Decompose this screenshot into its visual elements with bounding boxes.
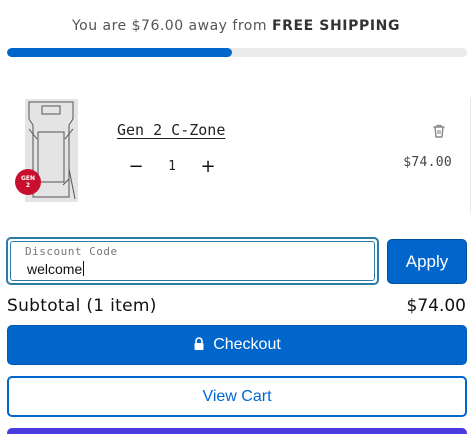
express-checkout-button[interactable] (7, 428, 467, 434)
lock-icon (193, 327, 205, 350)
shipping-progress-fill (7, 48, 233, 57)
free-shipping-highlight: FREE SHIPPING (271, 18, 401, 34)
quantity-increase-button[interactable]: + (196, 155, 220, 179)
view-cart-button[interactable]: View Cart (7, 376, 467, 417)
gen-badge: GEN 2 (15, 169, 41, 195)
discount-code-field[interactable]: Discount Code welcome (6, 237, 379, 285)
free-shipping-message: You are $76.00 away from FREE SHIPPING (0, 18, 472, 34)
badge-logo: GEN 2 (20, 175, 36, 189)
quantity-stepper: − 1 + (124, 155, 224, 179)
cart-item: GEN 2 Gen 2 C-Zone − 1 + $74.00 (0, 95, 472, 210)
subtotal-label: Subtotal (1 item) (7, 296, 157, 316)
text-caret (83, 261, 85, 276)
discount-code-input[interactable]: welcome (27, 261, 85, 277)
checkout-button[interactable]: Checkout (7, 325, 467, 365)
shipping-progress-bar (7, 48, 467, 57)
checkout-label: Checkout (213, 336, 281, 353)
trash-icon[interactable] (430, 122, 448, 140)
quantity-value[interactable]: 1 (160, 155, 184, 179)
discount-code-value: welcome (27, 261, 83, 277)
item-price: $74.00 (403, 155, 452, 170)
shipping-message-text: You are $76.00 away from (71, 18, 267, 34)
apply-discount-button[interactable]: Apply (387, 239, 467, 284)
discount-code-label: Discount Code (25, 245, 118, 258)
product-title-link[interactable]: Gen 2 C-Zone (117, 121, 225, 139)
subtotal-value: $74.00 (406, 296, 466, 316)
quantity-decrease-button[interactable]: − (124, 155, 148, 179)
